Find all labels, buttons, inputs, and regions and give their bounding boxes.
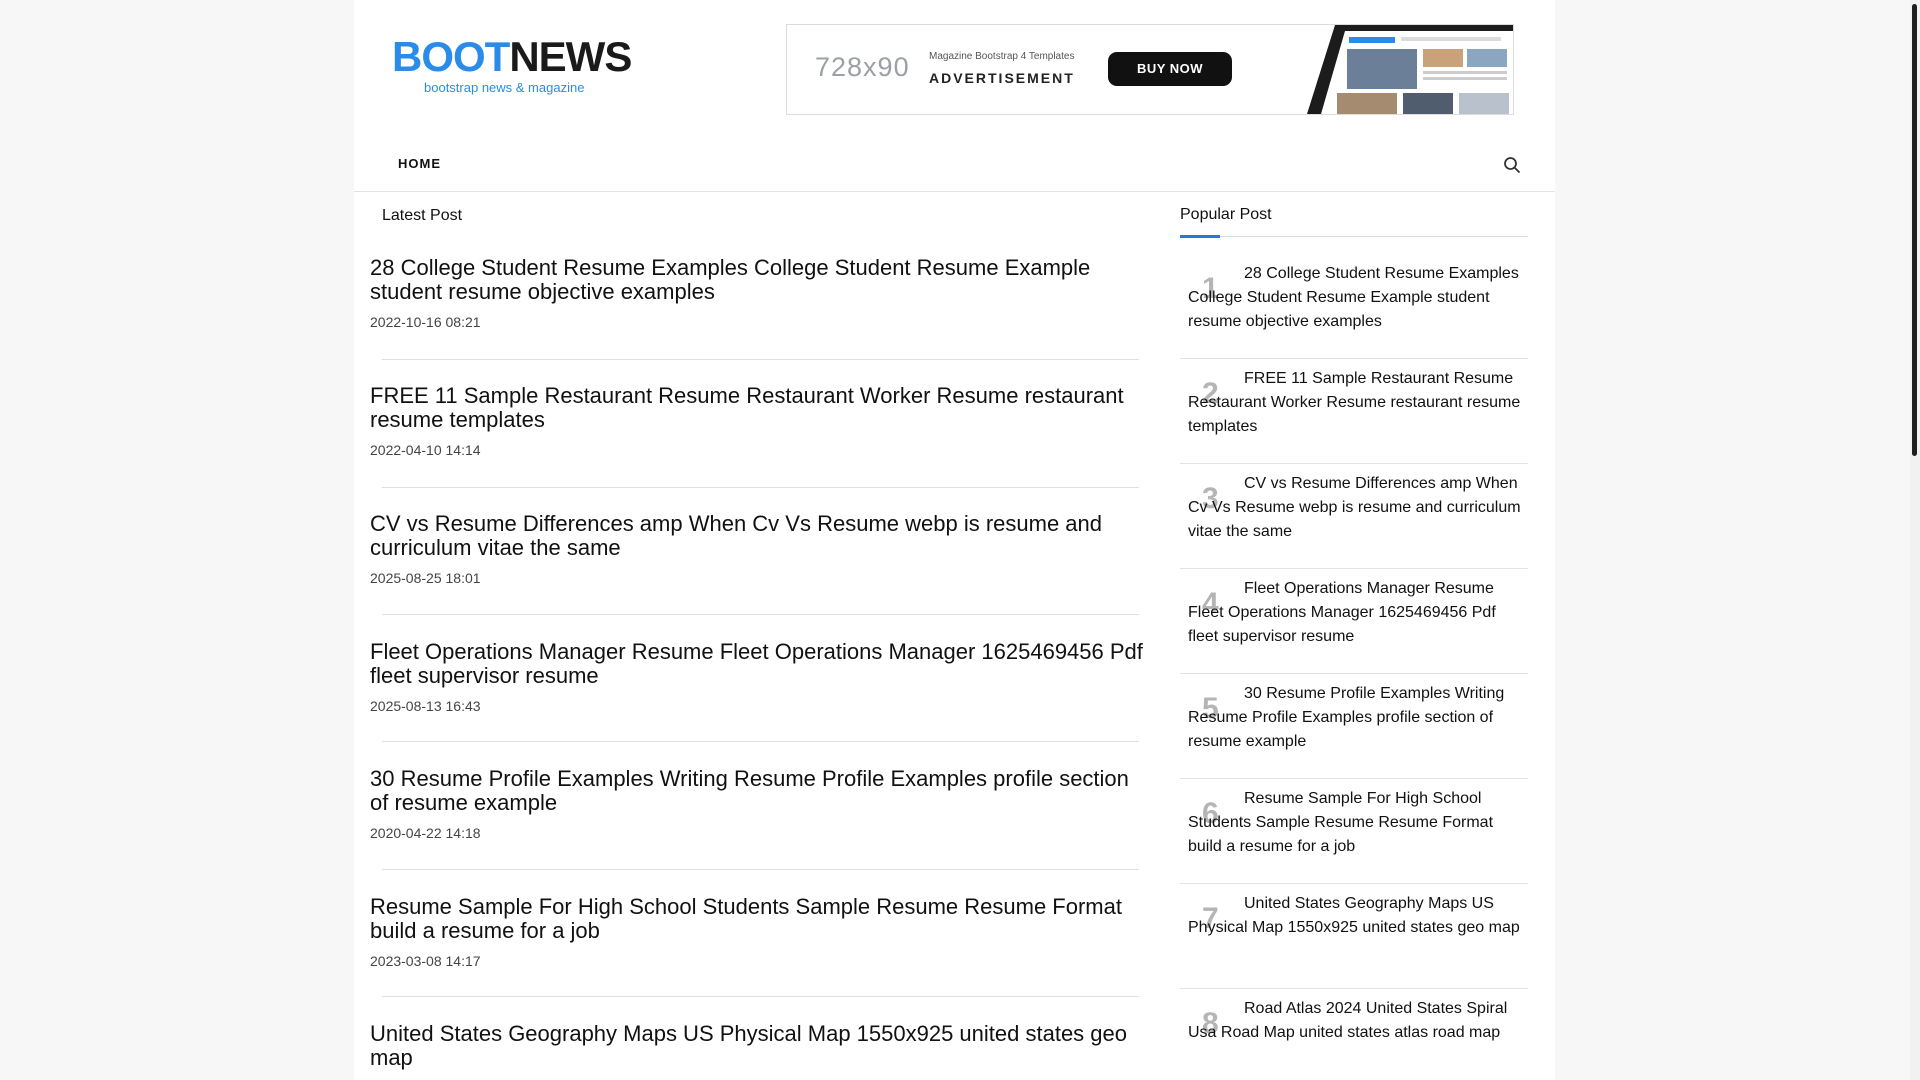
- logo-news-text: NEWS: [509, 33, 632, 80]
- site-logo[interactable]: BOOTNEWS bootstrap news & magazine: [392, 33, 632, 96]
- page-scrollbar[interactable]: [1910, 0, 1920, 1080]
- post-divider: [382, 996, 1139, 997]
- popular-post-item[interactable]: 3 CV vs Resume Differences amp When Cv V…: [1180, 472, 1528, 569]
- post-divider: [382, 359, 1139, 360]
- popular-post-item[interactable]: 4 Fleet Operations Manager Resume Fleet …: [1180, 577, 1528, 674]
- post-title-link[interactable]: CV vs Resume Differences amp When Cv Vs …: [370, 512, 1150, 560]
- popular-post-item[interactable]: 2 FREE 11 Sample Restaurant Resume Resta…: [1180, 367, 1528, 464]
- popular-heading-accent: [1180, 235, 1220, 238]
- latest-post-item[interactable]: 28 College Student Resume Examples Colle…: [370, 256, 1150, 331]
- post-date: 2023-03-08 14:17: [370, 953, 481, 969]
- post-divider: [382, 487, 1139, 488]
- post-title-link[interactable]: 30 Resume Profile Examples Writing Resum…: [370, 767, 1150, 815]
- post-title-link[interactable]: 28 College Student Resume Examples Colle…: [370, 256, 1150, 304]
- advertisement-banner[interactable]: 728x90 Magazine Bootstrap 4 Templates AD…: [786, 24, 1514, 115]
- popular-post-item[interactable]: 6 Resume Sample For High School Students…: [1180, 787, 1528, 884]
- latest-post-item[interactable]: 30 Resume Profile Examples Writing Resum…: [370, 767, 1150, 842]
- popular-post-item[interactable]: 1 28 College Student Resume Examples Col…: [1180, 262, 1528, 359]
- popular-post-title[interactable]: 30 Resume Profile Examples Writing Resum…: [1188, 682, 1524, 754]
- post-divider: [382, 614, 1139, 615]
- latest-post-item[interactable]: Resume Sample For High School Students S…: [370, 895, 1150, 970]
- popular-post-title[interactable]: Resume Sample For High School Students S…: [1188, 787, 1524, 859]
- popular-post-item[interactable]: 7 United States Geography Maps US Physic…: [1180, 892, 1528, 989]
- post-divider: [382, 869, 1139, 870]
- popular-post-title[interactable]: Road Atlas 2024 United States Spiral Usa…: [1188, 997, 1524, 1045]
- search-icon[interactable]: [1503, 156, 1521, 174]
- logo-boot-text: BOOT: [392, 33, 510, 80]
- latest-post-item[interactable]: FREE 11 Sample Restaurant Resume Restaur…: [370, 384, 1150, 459]
- post-date: 2022-10-16 08:21: [370, 314, 481, 330]
- post-date: 2020-04-22 14:18: [370, 825, 481, 841]
- post-date: 2022-04-10 14:14: [370, 442, 481, 458]
- buy-now-button[interactable]: BUY NOW: [1108, 52, 1232, 86]
- logo-tagline: bootstrap news & magazine: [424, 80, 585, 95]
- popular-post-title[interactable]: FREE 11 Sample Restaurant Resume Restaur…: [1188, 367, 1524, 439]
- post-date: 2025-08-13 16:43: [370, 698, 481, 714]
- latest-post-item[interactable]: United States Geography Maps US Physical…: [370, 1022, 1150, 1070]
- ad-label: ADVERTISEMENT: [929, 70, 1075, 86]
- popular-heading-underline: [1180, 236, 1528, 237]
- ad-device-image: [1277, 25, 1513, 114]
- post-date: 2025-08-25 18:01: [370, 570, 481, 586]
- scrollbar-thumb[interactable]: [1912, 4, 1917, 456]
- main-navigation: HOME: [354, 148, 1555, 192]
- post-title-link[interactable]: United States Geography Maps US Physical…: [370, 1022, 1150, 1070]
- post-title-link[interactable]: Fleet Operations Manager Resume Fleet Op…: [370, 640, 1150, 688]
- latest-post-heading: Latest Post: [382, 207, 463, 224]
- nav-home-link[interactable]: HOME: [398, 156, 441, 171]
- latest-post-item[interactable]: Fleet Operations Manager Resume Fleet Op…: [370, 640, 1150, 715]
- ad-small-text: Magazine Bootstrap 4 Templates: [929, 51, 1075, 62]
- popular-post-title[interactable]: Fleet Operations Manager Resume Fleet Op…: [1188, 577, 1524, 649]
- popular-post-title[interactable]: CV vs Resume Differences amp When Cv Vs …: [1188, 472, 1524, 544]
- popular-post-item[interactable]: 8 Road Atlas 2024 United States Spiral U…: [1180, 997, 1528, 1080]
- popular-post-title[interactable]: United States Geography Maps US Physical…: [1188, 892, 1524, 940]
- latest-post-item[interactable]: CV vs Resume Differences amp When Cv Vs …: [370, 512, 1150, 587]
- popular-post-title[interactable]: 28 College Student Resume Examples Colle…: [1188, 262, 1524, 334]
- popular-post-heading: Popular Post: [1180, 206, 1272, 223]
- popular-post-item[interactable]: 5 30 Resume Profile Examples Writing Res…: [1180, 682, 1528, 779]
- post-title-link[interactable]: FREE 11 Sample Restaurant Resume Restaur…: [370, 384, 1150, 432]
- post-title-link[interactable]: Resume Sample For High School Students S…: [370, 895, 1150, 943]
- post-divider: [382, 741, 1139, 742]
- page-container: BOOTNEWS bootstrap news & magazine 728x9…: [354, 0, 1555, 1080]
- ad-size-label: 728x90: [815, 52, 910, 82]
